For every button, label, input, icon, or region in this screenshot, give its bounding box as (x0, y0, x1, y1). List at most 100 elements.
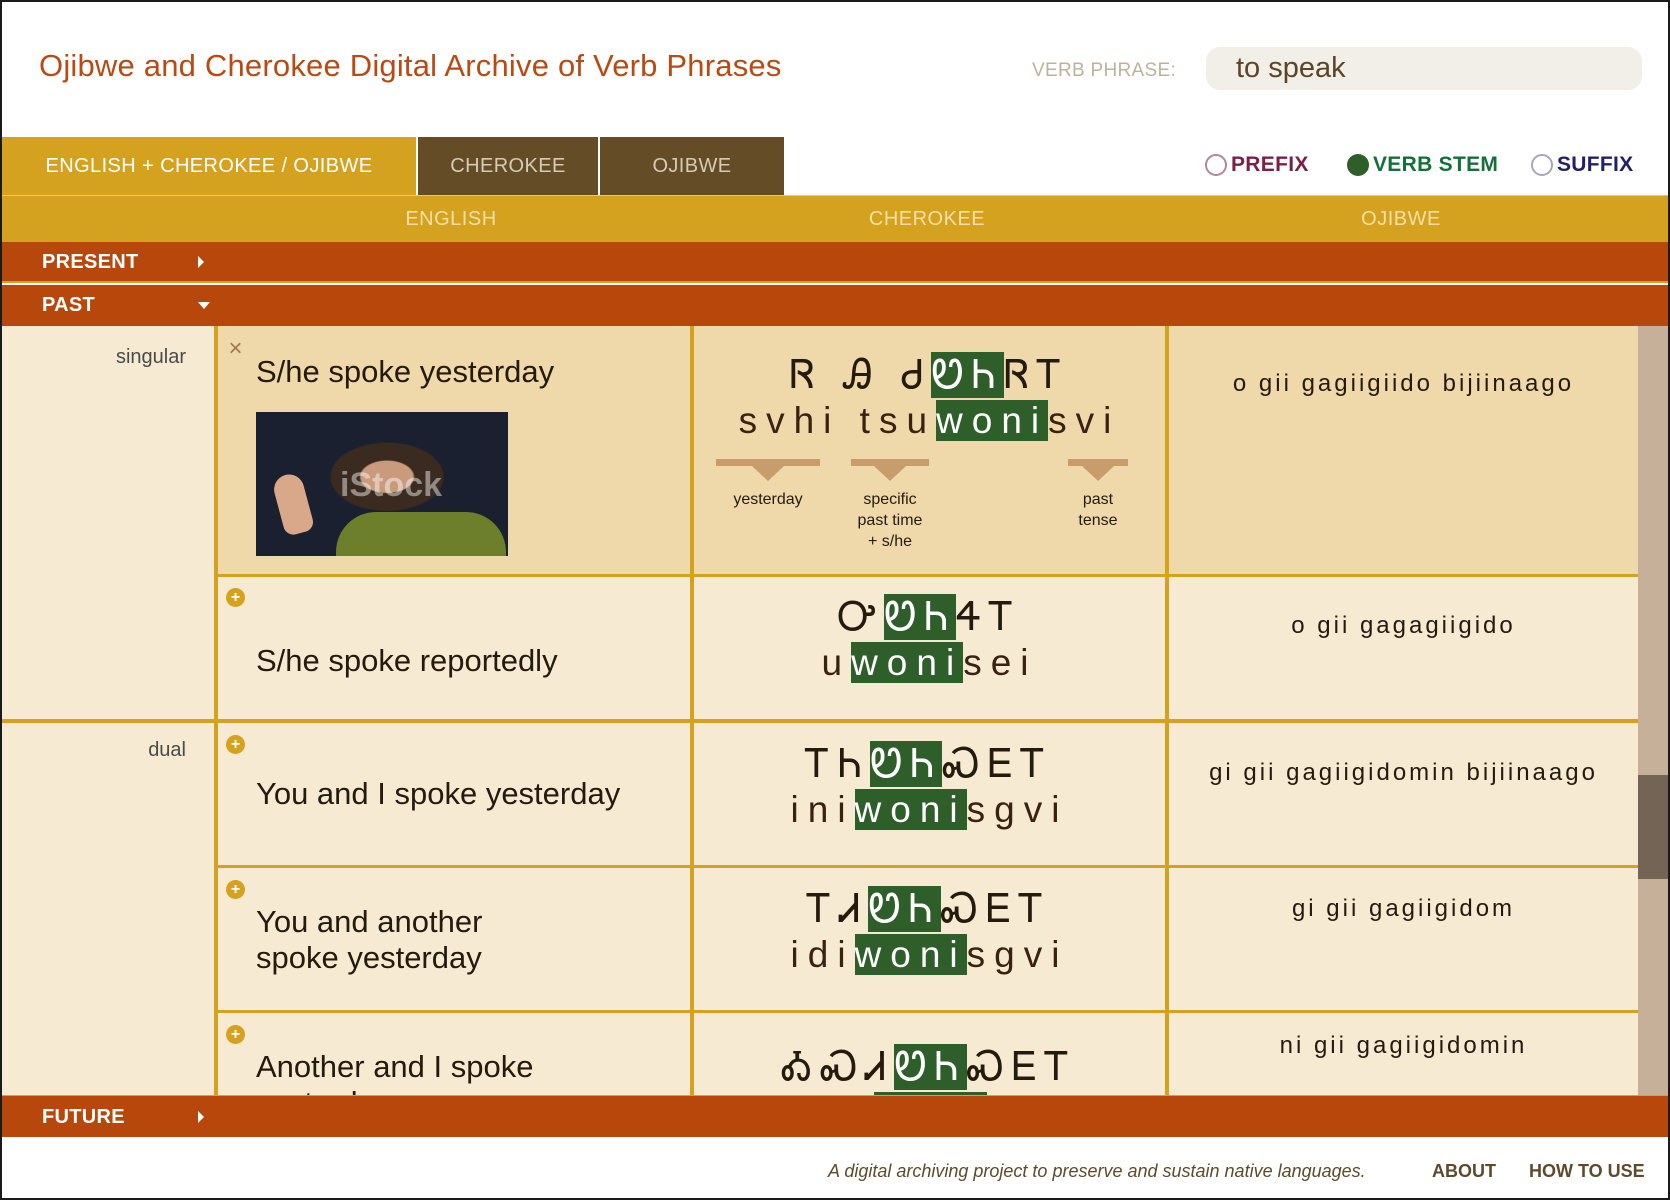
ojibwe-cell: gi gii gagiigidomin bijiinaago (1169, 722, 1638, 865)
legend-suffix[interactable]: SUFFIX (1531, 150, 1633, 180)
latin-prefix: ini (790, 789, 855, 830)
expand-plus-icon[interactable]: + (226, 588, 245, 607)
app-title: Ojibwe and Cherokee Digital Archive of V… (39, 48, 782, 83)
english-phrase: You and I spoke yesterday (256, 776, 621, 811)
english-phrase: S/he spoke reportedly (256, 643, 558, 678)
tab-ojibwe[interactable]: OJIBWE (600, 137, 784, 195)
ojibwe-phrase: ni gii gagiigidomin (1279, 1032, 1528, 1059)
syllabary-stem: ᏬᏂ (931, 352, 1004, 398)
tense-past-toggle[interactable]: PAST (2, 285, 1668, 326)
header: Ojibwe and Cherokee Digital Archive of V… (2, 2, 1668, 137)
row-divider (215, 574, 1638, 577)
syllabary-stem: ᏬᏂ (870, 741, 943, 787)
ojibwe-cell: o gii gagagiigido (1169, 575, 1638, 720)
latin-prefix: idi (790, 934, 855, 975)
expand-plus-icon[interactable]: + (226, 1025, 245, 1044)
cherokee-cell: Ꮢ Ꭿ ᏧᏬᏂᏒᎢ svhi tsuwonisvi yesterday spec… (694, 326, 1165, 575)
syllabary-prefix: Ꮢ Ꭿ Ꮷ (789, 352, 932, 398)
latin-suffix: svi (1048, 400, 1121, 441)
english-cell: + You and I spoke yesterday (215, 722, 690, 865)
latin-stem: woni (936, 400, 1049, 441)
column-divider (214, 326, 218, 1095)
morpheme-bracket (716, 459, 820, 466)
column-headers: ENGLISH CHEROKEE OJIBWE (2, 195, 1668, 242)
syllabary-stem: ᏬᏂ (884, 594, 957, 640)
ojibwe-phrase: o gii gagagiigido (1291, 612, 1516, 639)
syllabary-suffix: ᏎᎢ (956, 594, 1022, 640)
photo-hand (270, 471, 316, 537)
cherokee-latin: iniwonisgvi (694, 789, 1165, 831)
table-row: × S/he spoke yesterday iStock Ꮢ Ꭿ ᏧᏬᏂᏒᎢ … (215, 326, 1638, 575)
chevron-right-icon (198, 256, 204, 268)
table-row[interactable]: + S/he spoke reportedly ᎤᏬᏂᏎᎢ uwonisei o… (215, 575, 1638, 720)
expand-plus-icon[interactable]: + (226, 880, 245, 899)
cherokee-cell: ᎢᏂᏬᏂᏍᎬᎢ iniwonisgvi (694, 722, 1165, 865)
close-icon[interactable]: × (226, 337, 245, 361)
tense-past-label: PAST (42, 294, 96, 316)
scrollbar-thumb[interactable] (1638, 775, 1668, 879)
footer: A digital archiving project to preserve … (2, 1137, 1668, 1198)
legend-prefix-label: PREFIX (1231, 153, 1309, 176)
radio-unselected-icon (1205, 154, 1227, 176)
tense-present-label: PRESENT (42, 251, 139, 273)
column-header-ojibwe: OJIBWE (1361, 208, 1441, 230)
latin-stem: woni (854, 934, 967, 975)
english-phrase: Another and I spoke yesterday (256, 1049, 534, 1095)
syllabary-stem: ᏬᏂ (894, 1044, 967, 1090)
morpheme-bracket (1068, 459, 1128, 466)
how-to-use-link[interactable]: HOW TO USE (1529, 1161, 1645, 1182)
table-row[interactable]: + Another and I spoke yesterday ᎣᏍᏗᏬᏂᏍᎬᎢ… (215, 1012, 1638, 1095)
syllabary-suffix: ᏍᎬᎢ (940, 886, 1052, 932)
verb-phrase-input[interactable] (1206, 47, 1642, 90)
table-row[interactable]: + You and another spoke yesterday ᎢᏗᏬᏂᏍᎬ… (215, 867, 1638, 1010)
table-row[interactable]: + You and I spoke yesterday ᎢᏂᏬᏂᏍᎬᎢ iniw… (215, 722, 1638, 865)
tab-cherokee[interactable]: CHEROKEE (418, 137, 598, 195)
pointer-triangle-icon (1082, 466, 1114, 481)
latin-suffix: sgvi (966, 789, 1069, 830)
tab-english-cherokee-ojibwe[interactable]: ENGLISH + CHEROKEE / OJIBWE (2, 137, 416, 195)
syllabary-suffix: ᏒᎢ (1003, 352, 1070, 398)
legend-verb-stem[interactable]: VERB STEM (1347, 150, 1498, 180)
cherokee-latin: idiwonisgvi (694, 934, 1165, 976)
morpheme-annotation: yesterday (716, 459, 820, 510)
latin-suffix: sei (963, 642, 1038, 683)
morpheme-gloss: past tense (1078, 491, 1118, 529)
tense-future-toggle[interactable]: FUTURE (2, 1095, 1668, 1137)
ojibwe-phrase: o gii gagiigiido bijiinaago (1232, 370, 1575, 397)
scrollbar-track[interactable] (1638, 326, 1668, 1095)
illustration-image: iStock (256, 412, 508, 556)
english-phrase: S/he spoke yesterday (256, 354, 555, 389)
legend-verb-stem-label: VERB STEM (1373, 153, 1499, 176)
latin-prefix: u (821, 642, 852, 683)
footer-tagline: A digital archiving project to preserve … (828, 1161, 1366, 1181)
expand-plus-icon[interactable]: + (226, 735, 245, 754)
cherokee-syllabary: ᎢᏗᏬᏂᏍᎬᎢ (694, 884, 1165, 934)
pointer-triangle-icon (874, 466, 906, 481)
tense-present-toggle[interactable]: PRESENT (2, 242, 1668, 283)
column-header-cherokee: CHEROKEE (868, 208, 986, 230)
radio-selected-icon (1347, 154, 1369, 176)
group-divider (2, 719, 1638, 723)
syllabary-prefix: ᎣᏍᏗ (781, 1044, 895, 1090)
cherokee-cell: ᎤᏬᏂᏎᎢ uwonisei (694, 575, 1165, 720)
syllabary-suffix: ᏍᎬᎢ (966, 1044, 1078, 1090)
about-link[interactable]: ABOUT (1432, 1161, 1496, 1182)
image-watermark: iStock (340, 466, 443, 504)
syllabary-prefix: ᎢᏗ (807, 886, 869, 932)
english-phrase: You and another spoke yesterday (256, 904, 483, 975)
latin-prefix: svhi tsu (738, 400, 937, 441)
english-cell: + Another and I spoke yesterday (215, 1012, 690, 1095)
row-divider (215, 865, 1638, 868)
cherokee-syllabary: ᎤᏬᏂᏎᎢ (694, 592, 1165, 642)
latin-suffix: sgvi (966, 934, 1069, 975)
cherokee-cell: ᎢᏗᏬᏂᏍᎬᎢ idiwonisgvi (694, 867, 1165, 1010)
syllabary-stem: ᏬᏂ (868, 886, 941, 932)
ojibwe-phrase: gi gii gagiigidomin bijiinaago (1209, 759, 1598, 786)
legend-prefix[interactable]: PREFIX (1205, 150, 1309, 180)
tense-future-label: FUTURE (42, 1106, 125, 1128)
latin-stem: woni (851, 642, 964, 683)
column-divider (1165, 326, 1169, 1095)
morpheme-annotation: specific past time + s/he (851, 459, 929, 552)
syllabary-prefix: Ꭴ (837, 594, 885, 640)
morpheme-gloss: specific past time + s/he (857, 491, 923, 550)
